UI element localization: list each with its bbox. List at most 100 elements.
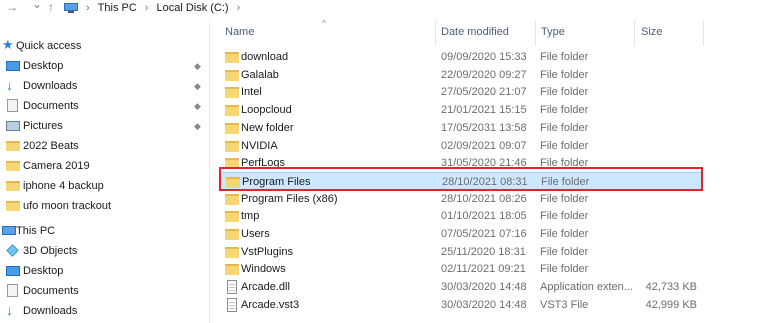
folder-icon <box>6 161 20 171</box>
breadcrumb-this-pc[interactable]: This PC <box>98 2 137 14</box>
file-type: File folder <box>540 210 589 222</box>
file-date-modified: 27/05/2020 21:07 <box>441 86 527 98</box>
file-date-modified: 22/09/2020 09:27 <box>441 69 527 81</box>
recent-locations-chevron-icon[interactable]: ⌄ <box>32 0 42 13</box>
column-resize-handle[interactable] <box>703 20 704 46</box>
sidebar-item-this-pc[interactable]: This PC <box>0 221 209 241</box>
file-row[interactable]: Loopcloud 21/01/2021 15:15 File folder <box>219 101 703 119</box>
file-row[interactable]: Intel 27/05/2020 21:07 File folder <box>219 83 703 101</box>
file-type: VST3 File <box>540 299 589 311</box>
sidebar-item-desktop[interactable]: Desktop ◆ <box>0 56 209 76</box>
file-name: Windows <box>241 263 286 275</box>
file-date-modified: 02/09/2021 09:07 <box>441 140 527 152</box>
file-name: Arcade.dll <box>241 281 290 293</box>
file-row[interactable]: Program Files 28/10/2021 08:31 File folder <box>219 172 703 190</box>
pin-icon[interactable]: ◆ <box>194 101 201 112</box>
file-row[interactable]: PerfLogs 31/05/2020 21:46 File folder <box>219 154 703 172</box>
star-icon: ★ <box>2 37 14 52</box>
file-type: File folder <box>540 246 589 258</box>
file-name: Galalab <box>241 69 279 81</box>
file-type: File folder <box>540 69 589 81</box>
file-size: 42,999 KB <box>645 299 697 311</box>
file-name: VstPlugins <box>241 246 293 258</box>
folder-icon <box>225 123 239 134</box>
desktop-icon <box>6 61 20 71</box>
column-resize-handle[interactable] <box>535 20 536 46</box>
file-row[interactable]: download 09/09/2020 15:33 File folder <box>219 48 703 66</box>
sidebar-item-3d-objects[interactable]: 3D Objects <box>0 241 209 261</box>
file-type: File folder <box>540 140 589 152</box>
sidebar-item-pictures[interactable]: Pictures ◆ <box>0 116 209 136</box>
folder-icon <box>225 211 239 222</box>
sidebar-item-quick-access[interactable]: ★ Quick access <box>0 36 209 56</box>
file-name: Program Files <box>242 176 311 188</box>
file-row[interactable]: New folder 17/05/2031 13:58 File folder <box>219 119 703 137</box>
folder-icon <box>225 247 239 258</box>
file-type: Application exten... <box>540 281 633 293</box>
breadcrumb-local-disk[interactable]: Local Disk (C:) <box>156 2 228 14</box>
breadcrumb-separator-icon[interactable]: › <box>237 2 241 14</box>
sidebar-item-label: Desktop <box>23 265 64 277</box>
folder-icon <box>6 181 20 191</box>
sidebar-item-pc-documents[interactable]: Documents <box>0 281 209 301</box>
sidebar-item-pc-desktop[interactable]: Desktop <box>0 261 209 281</box>
file-name: Users <box>241 228 270 240</box>
column-resize-handle[interactable] <box>634 20 635 46</box>
folder-icon <box>226 177 240 188</box>
column-header-date-modified[interactable]: Date modified <box>441 26 509 42</box>
file-name: PerfLogs <box>241 157 286 169</box>
file-type: File folder <box>540 104 589 116</box>
folder-icon <box>225 70 239 81</box>
file-row[interactable]: Galalab 22/09/2020 09:27 File folder <box>219 66 703 84</box>
sidebar-item-iphone-4-backup[interactable]: iphone 4 backup <box>0 176 209 196</box>
file-row[interactable]: VstPlugins 25/11/2020 18:31 File folder <box>219 243 703 261</box>
file-name: New folder <box>241 122 294 134</box>
document-icon <box>7 284 18 297</box>
folder-icon <box>6 141 20 151</box>
file-name: Program Files (x86) <box>241 193 338 205</box>
up-arrow-icon[interactable]: ↑ <box>48 0 54 16</box>
pin-icon[interactable]: ◆ <box>194 121 201 132</box>
sidebar-item-label: ufo moon trackout <box>23 200 112 212</box>
file-type: File folder <box>540 228 589 240</box>
sidebar-item-2022-beats[interactable]: 2022 Beats <box>0 136 209 156</box>
file-type: File folder <box>540 263 589 275</box>
pane-divider[interactable] <box>209 18 210 323</box>
file-row[interactable]: tmp 01/10/2021 18:05 File folder <box>219 207 703 225</box>
column-header-name[interactable]: Name <box>225 26 254 42</box>
file-row[interactable]: Program Files (x86) 28/10/2021 08:26 File … <box>219 190 703 208</box>
file-type: File folder <box>540 51 589 63</box>
file-date-modified: 09/09/2020 15:33 <box>441 51 527 63</box>
desktop-icon <box>6 266 20 276</box>
pin-icon[interactable]: ◆ <box>194 81 201 92</box>
sidebar-item-camera-2019[interactable]: Camera 2019 <box>0 156 209 176</box>
document-icon <box>7 99 18 112</box>
file-row[interactable]: Users 07/05/2021 07:16 File folder <box>219 225 703 243</box>
sidebar-item-downloads[interactable]: ↓ Downloads ◆ <box>0 76 209 96</box>
sidebar-item-pc-downloads[interactable]: ↓ Downloads <box>0 301 209 321</box>
file-row[interactable]: Arcade.vst3 30/03/2020 14:48 VST3 File 42,9… <box>219 296 703 314</box>
column-resize-handle[interactable] <box>435 20 436 46</box>
sort-ascending-icon: ^ <box>322 19 326 28</box>
file-row[interactable]: NVIDIA 02/09/2021 09:07 File folder <box>219 137 703 155</box>
breadcrumb-separator-icon[interactable]: › <box>86 2 90 14</box>
sidebar-item-label: Pictures <box>23 120 63 132</box>
file-type: File folder <box>541 176 590 188</box>
file-row[interactable]: Windows 02/11/2021 09:21 File folder <box>219 260 703 278</box>
sidebar-item-label: Downloads <box>23 305 78 317</box>
breadcrumb-separator-icon[interactable]: › <box>145 2 149 14</box>
file-row[interactable]: Arcade.dll 30/03/2020 14:48 Application ex… <box>219 278 703 296</box>
file-name: NVIDIA <box>241 140 278 152</box>
file-date-modified: 07/05/2021 07:16 <box>441 228 527 240</box>
sidebar-item-documents[interactable]: Documents ◆ <box>0 96 209 116</box>
sidebar-item-label: 2022 Beats <box>23 140 79 152</box>
column-header-type[interactable]: Type <box>541 26 565 42</box>
column-header-size[interactable]: Size <box>641 26 662 42</box>
sidebar-item-ufo-moon-trackout[interactable]: ufo moon trackout <box>0 196 209 216</box>
pin-icon[interactable]: ◆ <box>194 61 201 72</box>
cube-icon <box>6 244 19 257</box>
forward-arrow-icon[interactable]: → <box>6 0 18 16</box>
sidebar-item-label: Camera 2019 <box>23 160 90 172</box>
file-name: download <box>241 51 289 63</box>
breadcrumb: › This PC › Local Disk (C:) › <box>64 0 248 16</box>
